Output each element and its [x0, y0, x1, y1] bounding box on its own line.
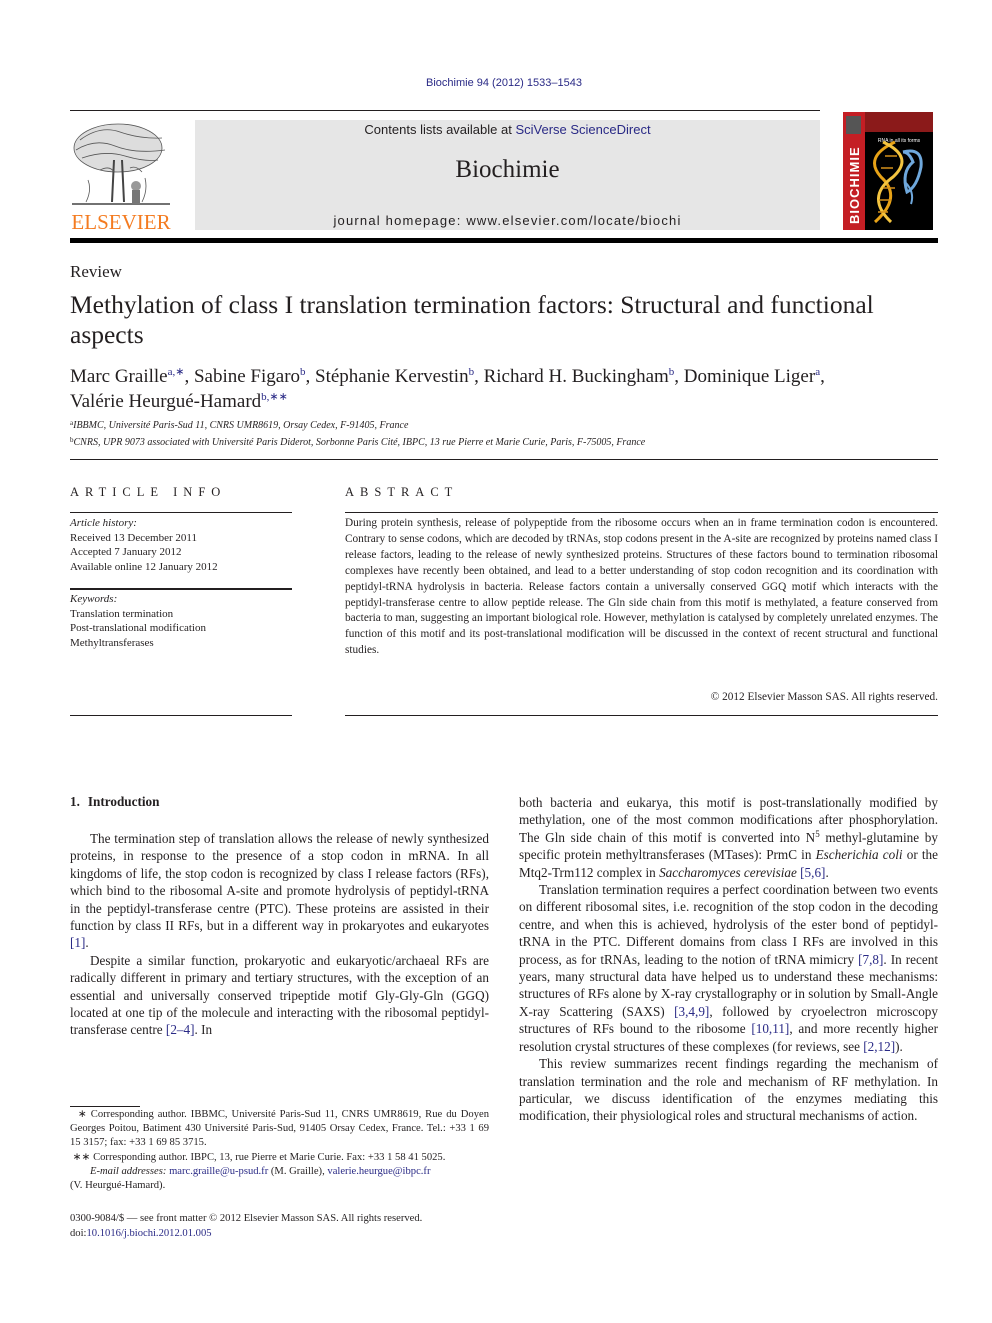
citation-link[interactable]: [3,4,9]	[674, 1004, 709, 1019]
elsevier-wordmark: ELSEVIER	[71, 210, 170, 232]
citation-link[interactable]: [5,6]	[800, 865, 825, 880]
body-column-right: both bacteria and eukarya, this motif is…	[519, 794, 938, 1125]
article-history: Article history: Received 13 December 20…	[70, 516, 292, 574]
keyword: Post-translational modification	[70, 622, 206, 634]
divider	[70, 715, 292, 716]
header-thick-rule	[70, 238, 938, 243]
footnotes: ∗ Corresponding author. IBBMC, Universit…	[70, 1108, 489, 1193]
citation-link[interactable]: [2–4]	[166, 1022, 195, 1037]
history-online: Available online 12 January 2012	[70, 560, 218, 573]
journal-citation[interactable]: Biochimie 94 (2012) 1533–1543	[0, 77, 992, 89]
footnote: ∗∗ Corresponding author. IBPC, 13, rue P…	[72, 1151, 446, 1163]
section-title: Introduction	[87, 794, 160, 809]
article-info-heading: ARTICLE INFO	[70, 485, 227, 499]
contents-prefix: Contents lists available at	[364, 122, 516, 137]
article-type: Review	[70, 262, 122, 281]
journal-homepage: journal homepage: www.elsevier.com/locat…	[195, 213, 820, 228]
history-received: Received 13 December 2011	[70, 531, 197, 544]
paragraph: both bacteria and eukarya, this motif is…	[519, 795, 938, 880]
paragraph: The termination step of translation allo…	[70, 831, 489, 951]
elsevier-tree-icon: ELSEVIER	[70, 120, 172, 234]
author-affil-mark[interactable]: b,∗∗	[261, 391, 288, 403]
divider	[70, 459, 938, 460]
issn-line: 0300-9084/$ — see front matter © 2012 El…	[70, 1213, 423, 1224]
article-title: Methylation of class I translation termi…	[70, 290, 874, 349]
body-column-left: The termination step of translation allo…	[70, 830, 489, 1039]
keywords: Keywords: Translation termination Post-t…	[70, 592, 292, 650]
author[interactable]: Sabine Figarob	[194, 366, 306, 387]
header-rule	[70, 110, 820, 111]
abstract-text: During protein synthesis, release of pol…	[345, 517, 938, 657]
affiliations: aIBBMC, Université Paris-Sud 11, CNRS UM…	[70, 416, 940, 450]
author[interactable]: Marc Graillea,∗	[70, 366, 184, 387]
author[interactable]: Valérie Heurgué-Hamardb,∗∗	[70, 391, 288, 412]
cover-art-icon: RNA in all its forms BIOCHIMIE	[843, 112, 933, 230]
contents-line: Contents lists available at SciVerse Sci…	[195, 122, 820, 137]
keyword: Methyltransferases	[70, 636, 154, 649]
journal-cover-image[interactable]: RNA in all its forms BIOCHIMIE	[843, 112, 933, 230]
footnote: ∗ Corresponding author. IBBMC, Universit…	[70, 1109, 489, 1149]
divider	[345, 715, 938, 716]
section-number: 1.	[70, 794, 80, 809]
sciencedirect-link[interactable]: SciVerse ScienceDirect	[515, 122, 650, 137]
email-link[interactable]: valerie.heurgue@ibpc.fr	[327, 1166, 430, 1177]
keywords-label: Keywords:	[70, 593, 118, 605]
citation-link[interactable]: [2,12]	[863, 1039, 895, 1054]
paragraph: Despite a similar function, prokaryotic …	[70, 952, 489, 1038]
footnote-mark: ∗∗	[72, 1151, 91, 1163]
author[interactable]: Stéphanie Kervestinb	[315, 366, 474, 387]
journal-banner: Contents lists available at SciVerse Sci…	[195, 120, 820, 230]
front-matter: 0300-9084/$ — see front matter © 2012 El…	[70, 1212, 489, 1241]
doi-link[interactable]: 10.1016/j.biochi.2012.01.005	[86, 1228, 211, 1239]
citation-link[interactable]: [1]	[70, 935, 85, 950]
doi-line: doi:10.1016/j.biochi.2012.01.005	[70, 1227, 212, 1239]
history-accepted: Accepted 7 January 2012	[70, 546, 182, 558]
paragraph: Translation termination requires a perfe…	[519, 882, 938, 1054]
divider	[70, 588, 292, 590]
abstract-copyright: © 2012 Elsevier Masson SAS. All rights r…	[710, 691, 938, 703]
affiliation: aIBBMC, Université Paris-Sud 11, CNRS UM…	[70, 419, 409, 431]
cover-spine-text: BIOCHIMIE	[847, 146, 862, 224]
paragraph: This review summarizes recent findings r…	[519, 1056, 938, 1124]
citation-link[interactable]: [10,11]	[751, 1021, 789, 1036]
affiliation: bCNRS, UPR 9073 associated with Universi…	[70, 436, 646, 448]
author-list: Marc Graillea,∗, Sabine Figarob, Stéphan…	[70, 366, 825, 412]
homepage-label: journal homepage:	[333, 213, 467, 228]
divider	[70, 512, 292, 513]
citation-link[interactable]: [7,8]	[858, 952, 883, 967]
author[interactable]: Dominique Ligera	[684, 366, 820, 387]
homepage-link[interactable]: www.elsevier.com/locate/biochi	[466, 213, 681, 228]
elsevier-logo[interactable]: ELSEVIER	[70, 120, 172, 234]
email-link[interactable]: marc.graille@u-psud.fr	[169, 1166, 268, 1177]
history-label: Article history:	[70, 517, 137, 529]
author[interactable]: Richard H. Buckinghamb	[484, 366, 675, 387]
section-heading: 1. Introduction	[70, 794, 159, 810]
footnote-rule	[70, 1106, 140, 1107]
author-affil-mark[interactable]: a,∗	[168, 366, 185, 378]
divider	[345, 512, 938, 513]
email-addresses: E-mail addresses: marc.graille@u-psud.fr…	[70, 1165, 431, 1192]
journal-name: Biochimie	[455, 156, 560, 183]
keyword: Translation termination	[70, 607, 174, 620]
abstract-heading: ABSTRACT	[345, 485, 459, 499]
footnote-mark: ∗	[77, 1109, 87, 1120]
